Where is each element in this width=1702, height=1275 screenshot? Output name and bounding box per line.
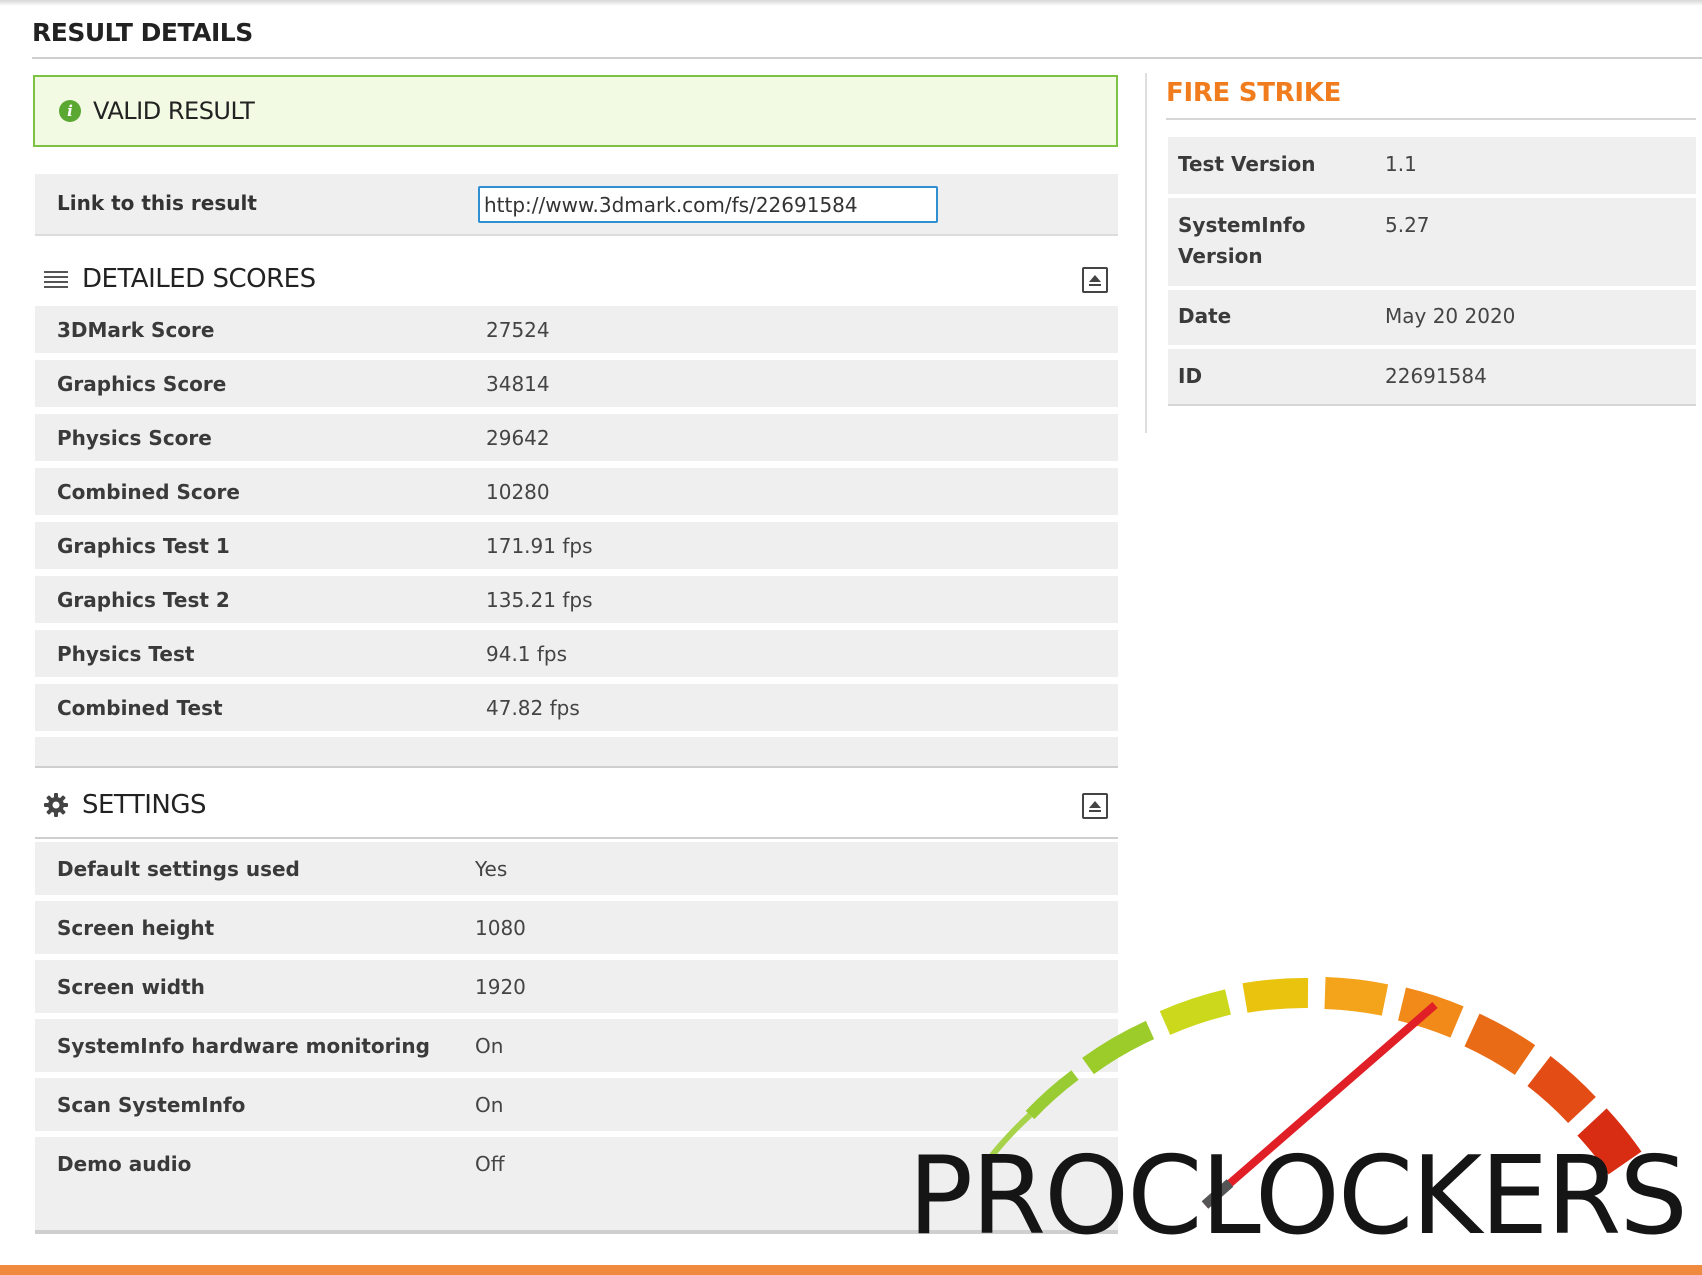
score-row: Combined Score 10280	[35, 468, 1118, 515]
settings-header: SETTINGS	[35, 773, 1118, 839]
test-info-label: ID	[1178, 364, 1203, 388]
test-info-label: SystemInfo Version	[1178, 213, 1306, 268]
page-title: RESULT DETAILS	[32, 18, 253, 47]
title-divider	[32, 57, 1702, 59]
test-info-row: Test Version 1.1	[1168, 137, 1696, 194]
score-value: 10280	[486, 480, 550, 504]
list-icon	[43, 270, 69, 288]
score-label: Combined Test	[57, 696, 223, 720]
score-row: 3DMark Score 27524	[35, 306, 1118, 353]
score-label: Graphics Test 2	[57, 588, 230, 612]
fire-strike-title: FIRE STRIKE	[1166, 78, 1342, 108]
settings-row: Default settings used Yes	[35, 842, 1118, 895]
settings-label: Screen width	[57, 975, 205, 999]
settings-label: Screen height	[57, 916, 215, 940]
scores-footer	[35, 737, 1118, 768]
column-divider	[1145, 73, 1147, 433]
collapse-icon	[1089, 801, 1101, 808]
settings-value: Yes	[475, 857, 508, 881]
settings-title: SETTINGS	[82, 790, 207, 820]
valid-result-label: VALID RESULT	[93, 97, 255, 125]
detailed-scores-header: DETAILED SCORES	[35, 247, 1118, 313]
score-value: 135.21 fps	[486, 588, 593, 612]
test-info-value: 1.1	[1385, 152, 1417, 176]
test-info-row: ID 22691584	[1168, 349, 1696, 406]
settings-value: 1920	[475, 975, 526, 999]
gear-icon	[43, 793, 69, 817]
test-info-value: May 20 2020	[1385, 304, 1516, 328]
test-info-label: Date	[1178, 304, 1232, 328]
score-label: Physics Score	[57, 426, 212, 450]
score-label: 3DMark Score	[57, 318, 215, 342]
score-value: 171.91 fps	[486, 534, 593, 558]
score-value: 34814	[486, 372, 550, 396]
collapse-scores-button[interactable]	[1082, 267, 1108, 293]
info-icon: i	[59, 100, 81, 122]
score-row: Graphics Score 34814	[35, 360, 1118, 407]
score-row: Physics Test 94.1 fps	[35, 630, 1118, 677]
score-row: Combined Test 47.82 fps	[35, 684, 1118, 731]
settings-label: SystemInfo hardware monitoring	[57, 1034, 430, 1058]
settings-row: Screen height 1080	[35, 901, 1118, 954]
top-shadow	[0, 0, 1702, 6]
settings-value: 1080	[475, 916, 526, 940]
score-label: Combined Score	[57, 480, 240, 504]
settings-label: Demo audio	[57, 1152, 192, 1176]
score-label: Graphics Test 1	[57, 534, 230, 558]
detailed-scores-title: DETAILED SCORES	[82, 264, 316, 294]
collapse-icon	[1089, 275, 1101, 282]
test-info-row: SystemInfo Version 5.27	[1168, 198, 1696, 286]
score-value: 27524	[486, 318, 550, 342]
fire-strike-divider	[1166, 118, 1696, 120]
settings-value: On	[475, 1093, 504, 1117]
score-row: Graphics Test 2 135.21 fps	[35, 576, 1118, 623]
score-row: Graphics Test 1 171.91 fps	[35, 522, 1118, 569]
score-label: Physics Test	[57, 642, 195, 666]
score-value: 47.82 fps	[486, 696, 580, 720]
score-value: 94.1 fps	[486, 642, 568, 666]
score-row: Physics Score 29642	[35, 414, 1118, 461]
settings-label: Default settings used	[57, 857, 300, 881]
score-value: 29642	[486, 426, 550, 450]
settings-value: Off	[475, 1152, 505, 1176]
settings-value: On	[475, 1034, 504, 1058]
test-info-value: 22691584	[1385, 364, 1487, 388]
link-label: Link to this result	[57, 191, 257, 215]
test-info-row: Date May 20 2020	[1168, 290, 1696, 345]
collapse-settings-button[interactable]	[1082, 793, 1108, 819]
link-row: Link to this result	[35, 174, 1118, 236]
valid-result-banner: i VALID RESULT	[33, 75, 1118, 147]
score-label: Graphics Score	[57, 372, 227, 396]
footer-accent-bar	[0, 1265, 1702, 1275]
settings-label: Scan SystemInfo	[57, 1093, 246, 1117]
test-info-label: Test Version	[1178, 152, 1316, 176]
proclockers-logo-text: PROCLOCKERS	[908, 1134, 1688, 1259]
result-link-input[interactable]	[478, 186, 938, 223]
test-info-value: 5.27	[1385, 213, 1430, 237]
